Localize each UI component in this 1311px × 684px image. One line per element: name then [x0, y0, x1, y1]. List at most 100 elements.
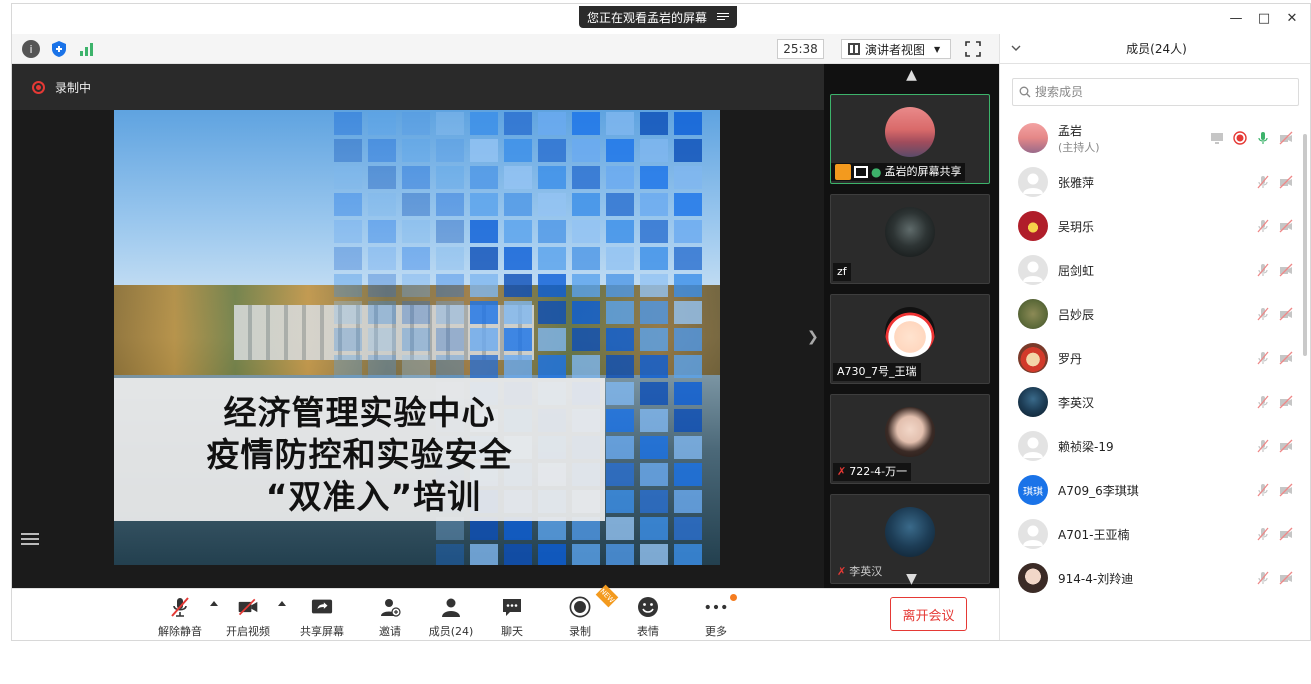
view-mode-dropdown[interactable]: 演讲者视图 ▼ — [841, 39, 951, 59]
slide-tile — [368, 112, 396, 135]
leave-meeting-button[interactable]: 离开会议 — [890, 597, 967, 631]
slide-tile — [402, 220, 430, 243]
list-item[interactable]: 张雅萍 — [1000, 160, 1310, 204]
scroll-down-arrow-icon[interactable]: ▼ — [824, 572, 999, 586]
screen-share-indicator[interactable]: 您正在观看孟岩的屏幕 — [579, 6, 738, 28]
video-options-caret-icon[interactable] — [278, 601, 286, 606]
slide-tile — [436, 328, 464, 351]
slide-tile — [674, 544, 702, 565]
chat-label: 聊天 — [501, 625, 523, 638]
list-item[interactable]: 吕妙辰 — [1000, 292, 1310, 336]
member-list-scrollbar[interactable] — [1303, 134, 1307, 356]
unmute-button[interactable]: 解除静音 — [147, 595, 213, 639]
fullscreen-icon[interactable] — [965, 41, 981, 57]
video-tile-label: zf — [833, 263, 851, 281]
video-strip: ▲ ● 孟岩的屏幕共享 zf A730_7号_王瑞 ✗ 722-4-万一 ✗ 李… — [824, 64, 999, 588]
slide-tile — [572, 220, 600, 243]
slide-tile — [640, 382, 668, 405]
more-button[interactable]: 更多 — [683, 595, 749, 639]
emoji-button[interactable]: 表情 — [615, 595, 681, 639]
control-bar: 解除静音 开启视频 共享屏幕 邀请 成员(24) 聊天 录制 NEW 表情 更多… — [12, 584, 999, 640]
start-video-button[interactable]: 开启视频 — [215, 595, 281, 639]
slide-tile — [640, 274, 668, 297]
video-off-icon — [1279, 263, 1293, 277]
slide-tile — [334, 112, 362, 135]
slide-tile — [504, 193, 532, 216]
list-item[interactable]: 屈剑虹 — [1000, 248, 1310, 292]
slide-tile — [640, 193, 668, 216]
members-button[interactable]: 成员(24) — [418, 595, 484, 639]
list-item[interactable]: 琪琪 A709_6李琪琪 — [1000, 468, 1310, 512]
recording-bar: 录制中 — [12, 64, 824, 110]
scroll-up-arrow-icon[interactable]: ▲ — [824, 68, 999, 82]
slide-tile — [606, 247, 634, 270]
avatar — [885, 507, 935, 557]
member-name: 李英汉 — [1058, 396, 1095, 410]
recording-label: 录制中 — [55, 80, 92, 95]
slide-tile — [470, 139, 498, 162]
menu-icon[interactable] — [717, 12, 730, 22]
invite-button[interactable]: 邀请 — [357, 595, 423, 639]
list-item[interactable]: 孟岩 (主持人) — [1000, 116, 1310, 160]
chevron-down-icon: ▼ — [934, 44, 941, 54]
slide-tile — [402, 328, 430, 351]
slide-tile — [674, 382, 702, 405]
slide-tile — [674, 301, 702, 324]
slide-tile — [436, 544, 464, 565]
slide-tile — [606, 517, 634, 540]
info-icon[interactable]: i — [22, 40, 40, 58]
close-icon[interactable]: ✕ — [1282, 8, 1302, 28]
slide-tile — [606, 328, 634, 351]
slide-tile — [368, 193, 396, 216]
avatar — [885, 307, 935, 357]
members-panel-header: 成员(24人) — [1000, 34, 1310, 64]
share-screen-button[interactable]: 共享屏幕 — [289, 595, 355, 639]
member-name: 孟岩 — [1058, 124, 1083, 138]
mic-muted-icon — [1257, 263, 1269, 277]
slide-tile — [436, 193, 464, 216]
signal-icon[interactable] — [78, 40, 96, 58]
list-item[interactable]: A701-王亚楠 — [1000, 512, 1310, 556]
avatar — [1018, 255, 1048, 285]
video-off-icon — [1279, 219, 1293, 233]
slide-tile — [640, 166, 668, 189]
title-bar: 您正在观看孟岩的屏幕 — □ ✕ — [12, 4, 1310, 33]
slide-tile — [572, 247, 600, 270]
slide-tile — [640, 409, 668, 432]
video-tile[interactable]: ● 孟岩的屏幕共享 — [830, 94, 990, 184]
slide-tile — [674, 463, 702, 486]
slide-tile — [334, 139, 362, 162]
list-item[interactable]: 赖祯梁-19 — [1000, 424, 1310, 468]
video-tile[interactable]: ✗ 722-4-万一 — [830, 394, 990, 484]
slide-tile — [538, 139, 566, 162]
video-off-icon — [1279, 307, 1293, 321]
slide-tile — [606, 544, 634, 565]
list-item[interactable]: 罗丹 — [1000, 336, 1310, 380]
slide-tile — [334, 301, 362, 324]
slide-tile — [402, 301, 430, 324]
chevron-right-icon[interactable]: ❯ — [807, 329, 819, 345]
video-tile[interactable]: zf — [830, 194, 990, 284]
member-search[interactable] — [1012, 78, 1299, 106]
slide-tile — [538, 193, 566, 216]
host-icon — [835, 164, 851, 180]
shield-icon[interactable] — [50, 40, 68, 58]
member-search-input[interactable] — [1035, 85, 1285, 99]
recording-icon — [32, 80, 45, 94]
list-icon[interactable] — [17, 528, 39, 550]
member-name: A709_6李琪琪 — [1058, 484, 1139, 498]
slide-tile — [538, 301, 566, 324]
list-item[interactable]: 李英汉 — [1000, 380, 1310, 424]
member-name: 吴玥乐 — [1058, 220, 1095, 234]
avatar — [1018, 563, 1048, 593]
meeting-toolbar: i 25:38 演讲者视图 ▼ — [12, 34, 999, 64]
microphone-icon — [1258, 132, 1268, 144]
list-item[interactable]: 914-4-刘羚迪 — [1000, 556, 1310, 600]
video-tile[interactable]: A730_7号_王瑞 — [830, 294, 990, 384]
maximize-icon[interactable]: □ — [1254, 8, 1274, 28]
members-panel: 成员(24人) 孟岩 (主持人) 张雅萍吴玥乐屈剑虹吕妙辰罗丹李英汉赖祯梁-19… — [999, 34, 1310, 640]
chat-button[interactable]: 聊天 — [479, 595, 545, 639]
list-item[interactable]: 吴玥乐 — [1000, 204, 1310, 248]
minimize-icon[interactable]: — — [1226, 8, 1246, 28]
avatar: 琪琪 — [1018, 475, 1048, 505]
